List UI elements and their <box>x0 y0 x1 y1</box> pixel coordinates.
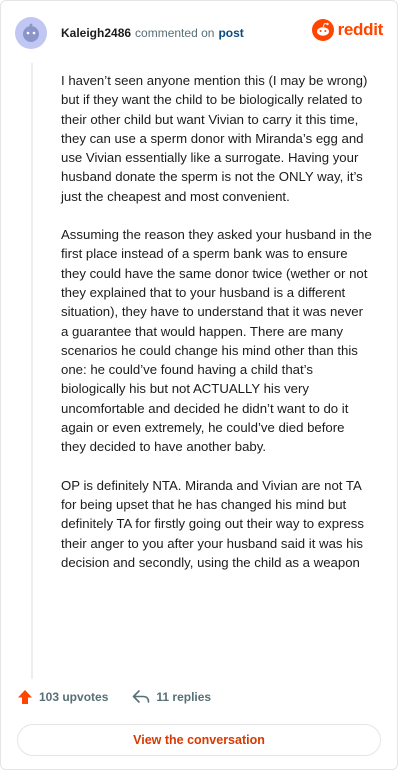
reddit-logo[interactable]: reddit <box>311 19 384 41</box>
upvote-count: 103 upvotes <box>39 690 109 704</box>
upvote-button[interactable]: 103 upvotes <box>17 689 108 705</box>
reddit-alien-icon <box>311 19 334 41</box>
action-text: commented on <box>135 26 215 40</box>
comment-paragraph: OP is definitely NTA. Miranda and Vivian… <box>61 477 364 570</box>
view-conversation-button[interactable]: View the conversation <box>17 724 381 756</box>
thread-line <box>31 63 33 679</box>
replies-count: 11 replies <box>156 690 212 704</box>
comment-paragraph: Assuming the reason they asked your husb… <box>61 227 372 455</box>
comment-card: Kaleigh2486 commented on post reddit I h… <box>0 0 398 770</box>
comment-header: Kaleigh2486 commented on post reddit <box>15 15 383 51</box>
avatar[interactable] <box>15 17 47 49</box>
comment-meta: Kaleigh2486 commented on post <box>61 26 244 40</box>
snoo-avatar-icon <box>23 23 39 42</box>
comment-actions: 103 upvotes 11 replies <box>17 689 211 705</box>
comment-paragraph: I haven’t seen anyone mention this (I ma… <box>61 73 368 204</box>
username[interactable]: Kaleigh2486 <box>61 26 131 40</box>
reply-arrow-icon <box>133 690 150 703</box>
logo-text: reddit <box>337 20 384 39</box>
upvote-arrow-icon <box>18 690 32 704</box>
comment-body: I haven’t seen anyone mention this (I ma… <box>61 71 373 591</box>
replies-button[interactable]: 11 replies <box>132 689 211 705</box>
post-link[interactable]: post <box>218 26 243 40</box>
